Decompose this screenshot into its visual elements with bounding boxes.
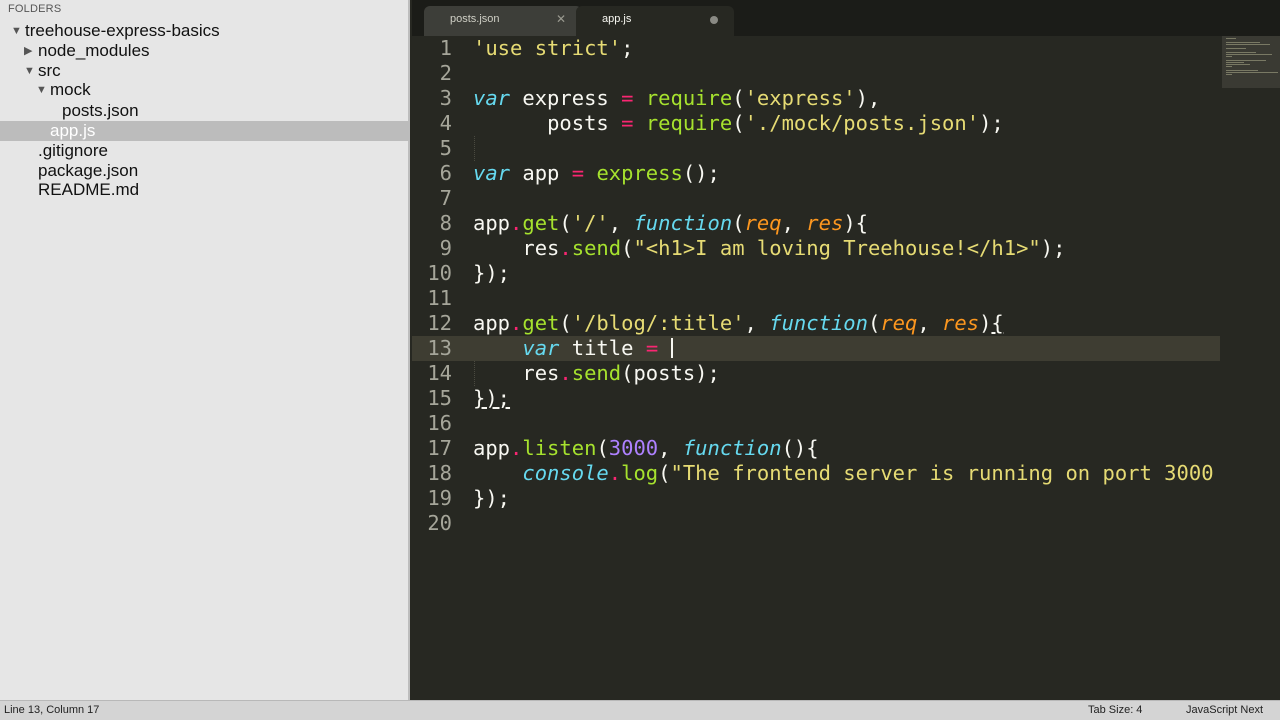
line-number: 18 [427,461,452,485]
cursor-position: Line 13, Column 17 [4,704,100,716]
code-line-10[interactable]: }); [473,261,510,286]
code-line-3[interactable]: var express = require('express'), [473,86,880,111]
tree-label-mock: mock [50,80,91,99]
tree-label-node-modules: node_modules [38,41,150,60]
sidebar: FOLDERS ▼ treehouse-express-basics ▶ nod… [0,0,410,700]
minimap-line [1226,72,1278,73]
tree-label-app-js: app.js [50,121,96,140]
line-number: 1 [439,36,452,60]
tree-label-readme: README.md [38,180,140,199]
tree-item-node-modules[interactable]: ▶ node_modules [0,41,410,61]
status-bar: Line 13, Column 17 Tab Size: 4 JavaScrip… [0,700,1280,720]
line-number: 4 [439,111,452,135]
line-number: 12 [427,311,452,335]
triangle-down-icon[interactable]: ▼ [36,80,47,100]
tab-app-js[interactable]: app.js [576,6,734,36]
line-number: 16 [427,411,452,435]
code-line-19[interactable]: }); [473,486,510,511]
line-number: 7 [439,186,452,210]
tree-item-readme[interactable]: README.md [0,180,410,200]
line-number: 19 [427,486,452,510]
minimap-line [1226,70,1258,71]
minimap-line [1226,64,1250,65]
code-line-1[interactable]: 'use strict'; [473,36,633,61]
line-number: 17 [427,436,452,460]
triangle-down-icon[interactable]: ▼ [11,21,22,41]
tree-label-package-json: package.json [38,161,139,180]
minimap-line [1226,44,1270,45]
tree-item-root[interactable]: ▼ treehouse-express-basics [0,21,410,41]
code-line-14[interactable]: res.send(posts); [473,361,720,386]
unsaved-dot-icon[interactable] [710,16,718,24]
line-number: 15 [427,386,452,410]
indent-guide [474,136,476,161]
tree-item-app-js[interactable]: app.js [0,121,410,141]
minimap-line [1226,38,1236,39]
minimap-line [1226,60,1266,61]
tree-item-mock[interactable]: ▼ mock [0,80,410,100]
tree-item-gitignore[interactable]: .gitignore [0,141,410,161]
triangle-down-icon[interactable]: ▼ [24,61,35,81]
close-icon[interactable]: ✕ [556,6,566,32]
tab-label: app.js [602,13,632,25]
code-line-12[interactable]: app.get('/blog/:title', function(req, re… [473,311,1004,336]
line-number: 10 [427,261,452,285]
code-line-9[interactable]: res.send("<h1>I am loving Treehouse!</h1… [473,236,1065,261]
tree-label-posts-json: posts.json [62,101,139,120]
tab-label: posts.json [450,13,500,25]
tab-posts-json[interactable]: posts.json ✕ [424,6,582,36]
minimap-line [1226,66,1232,67]
minimap-line [1226,52,1256,53]
triangle-right-icon[interactable]: ▶ [24,41,34,61]
line-number: 20 [427,511,452,535]
tree-item-src[interactable]: ▼ src [0,61,410,81]
code-line-6[interactable]: var app = express(); [473,161,720,186]
syntax-selector[interactable]: JavaScript Next [1186,701,1263,720]
tab-size-selector[interactable]: Tab Size: 4 [1088,701,1142,720]
code-line-15[interactable]: }); [473,386,510,411]
line-number: 6 [439,161,452,185]
tree-label-gitignore: .gitignore [38,141,108,160]
line-number: 3 [439,86,452,110]
tree-label-src: src [38,61,61,80]
minimap-line [1226,54,1272,55]
line-number: 9 [439,236,452,260]
code-line-4[interactable]: posts = require('./mock/posts.json'); [473,111,1004,136]
line-number: 11 [427,286,452,310]
minimap-line [1226,74,1232,75]
code-line-8[interactable]: app.get('/', function(req, res){ [473,211,868,236]
code-editor[interactable]: 1 2 3 4 5 6 7 8 9 10 11 12 13 14 15 16 1… [412,36,1280,700]
minimap-line [1226,48,1246,49]
tree-item-posts-json[interactable]: posts.json [0,101,410,121]
line-number: 14 [427,361,452,385]
code-line-13[interactable]: var title = [473,336,673,361]
minimap-line [1226,42,1260,43]
tab-bar: posts.json ✕ app.js [412,0,1280,36]
folders-header: FOLDERS [8,3,62,15]
line-number: 13 [427,336,452,360]
tree-item-package-json[interactable]: package.json [0,161,410,181]
code-line-18[interactable]: console.log("The frontend server is runn… [473,461,1213,486]
minimap[interactable] [1222,36,1280,700]
line-number: 8 [439,211,452,235]
line-number: 5 [439,136,452,160]
minimap-line [1226,62,1244,63]
text-cursor [670,338,673,358]
tree-label-root: treehouse-express-basics [25,21,220,40]
code-line-17[interactable]: app.listen(3000, function(){ [473,436,819,461]
minimap-line [1226,56,1232,57]
line-number: 2 [439,61,452,85]
